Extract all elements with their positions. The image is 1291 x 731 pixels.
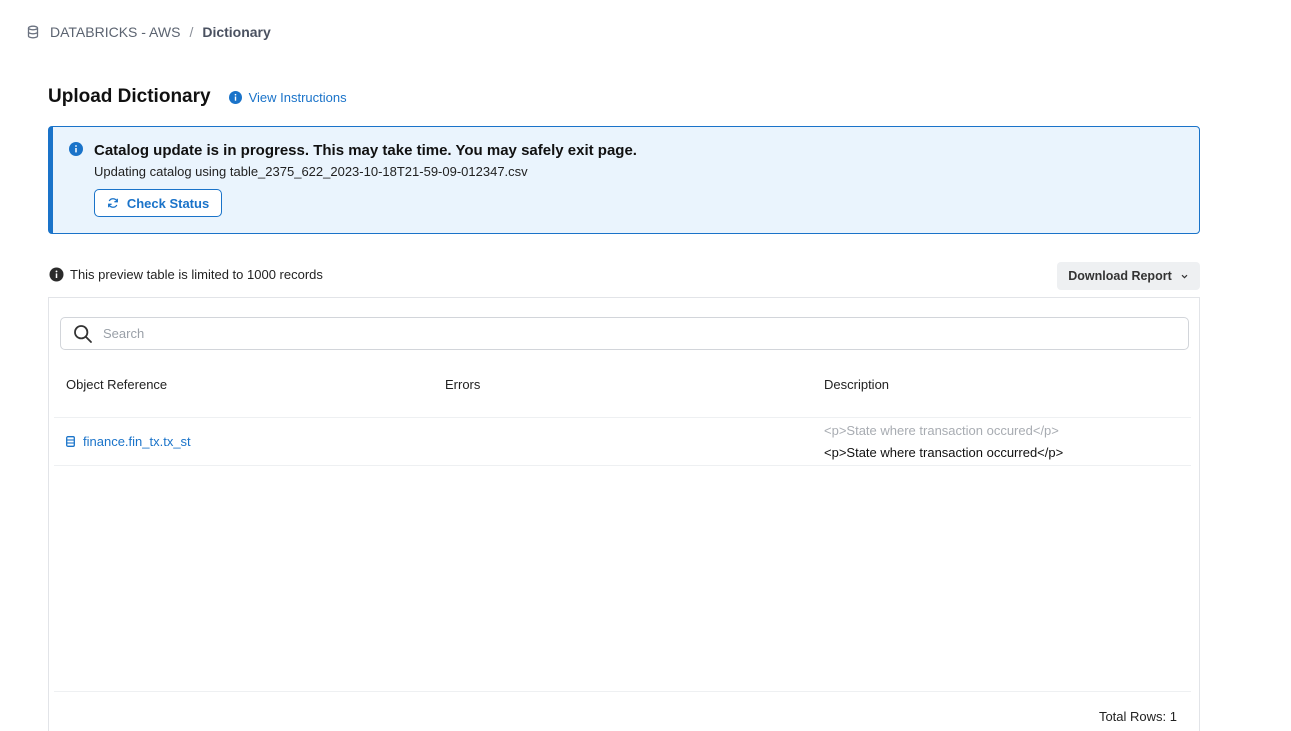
download-report-label: Download Report	[1068, 269, 1172, 283]
refresh-icon	[107, 197, 119, 209]
view-instructions-link[interactable]: View Instructions	[228, 89, 347, 105]
check-status-label: Check Status	[126, 195, 210, 211]
chevron-down-icon	[1180, 272, 1189, 281]
search-input[interactable]	[103, 326, 1183, 341]
description-previous: <p>State where transaction occured</p>	[824, 423, 1059, 438]
preview-note-text: This preview table is limited to 1000 re…	[70, 267, 323, 282]
breadcrumb-root[interactable]: DATABRICKS - AWS	[50, 24, 180, 40]
search-icon	[73, 324, 93, 344]
alert-title: Catalog update is in progress. This may …	[94, 142, 637, 159]
progress-alert: Catalog update is in progress. This may …	[48, 126, 1200, 234]
info-icon	[228, 90, 242, 104]
table-icon	[66, 436, 75, 447]
object-reference-link[interactable]: finance.fin_tx.tx_st	[66, 434, 191, 449]
search-box[interactable]	[60, 317, 1189, 350]
table-row: finance.fin_tx.tx_st <p>State where tran…	[54, 418, 1191, 466]
breadcrumb-current: Dictionary	[202, 24, 271, 40]
database-icon	[26, 25, 40, 39]
description-updated: <p>State where transaction occurred</p>	[824, 445, 1064, 460]
footer-divider	[54, 691, 1191, 692]
object-reference-text: finance.fin_tx.tx_st	[83, 434, 191, 449]
info-icon	[69, 142, 83, 156]
title-row: Upload Dictionary View Instructions	[48, 86, 347, 108]
total-rows-count: Total Rows: 1	[1098, 709, 1177, 724]
column-header-object-reference[interactable]: Object Reference	[66, 377, 167, 392]
alert-message: Updating catalog using table_2375_622_20…	[94, 164, 528, 179]
view-instructions-label: View Instructions	[248, 89, 347, 105]
check-status-button[interactable]: Check Status	[94, 189, 222, 217]
column-header-description[interactable]: Description	[824, 377, 889, 392]
info-icon	[49, 267, 64, 282]
preview-table: Object Reference Errors Description fina…	[48, 297, 1200, 731]
column-header-errors[interactable]: Errors	[445, 377, 480, 392]
preview-note: This preview table is limited to 1000 re…	[49, 267, 323, 282]
breadcrumb-separator: /	[189, 24, 194, 40]
page-title: Upload Dictionary	[48, 86, 211, 107]
breadcrumb: DATABRICKS - AWS / Dictionary	[26, 22, 271, 42]
download-report-button[interactable]: Download Report	[1057, 262, 1200, 290]
